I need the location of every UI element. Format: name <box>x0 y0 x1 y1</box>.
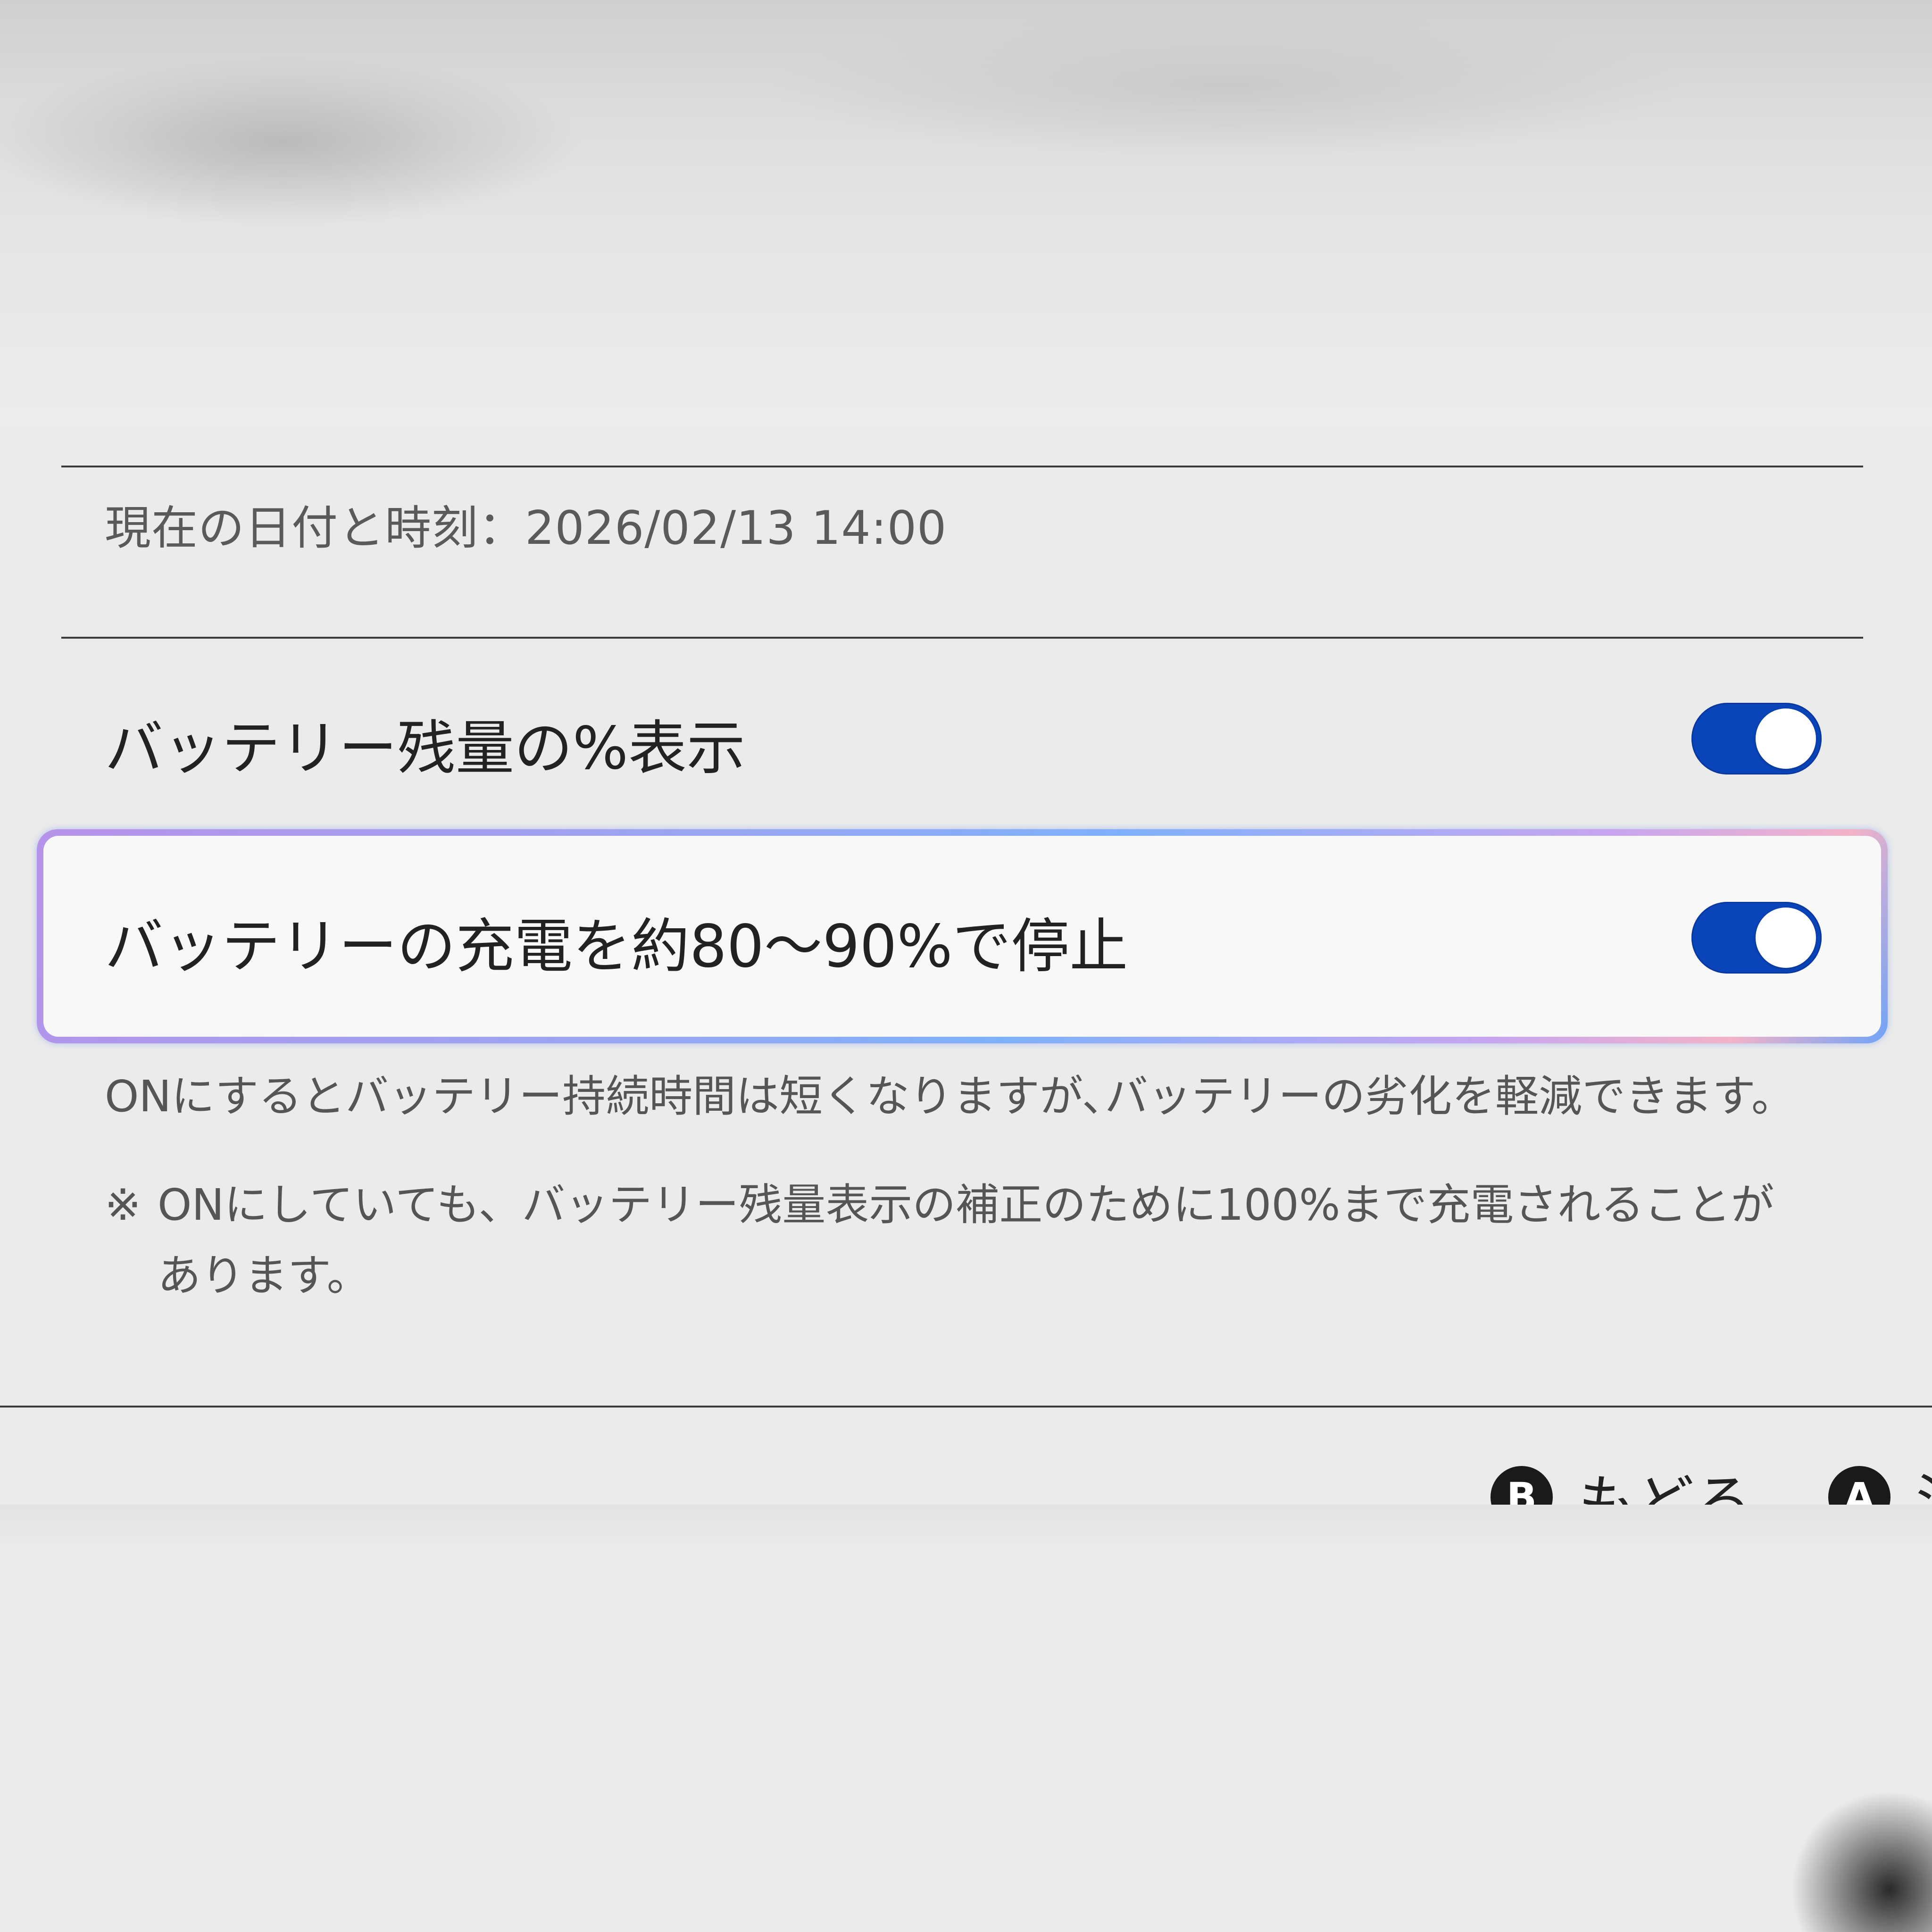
toggle-knob <box>1756 708 1816 769</box>
note-text: ONにしていても、バッテリー残量表示の補正のために100%まで充電されることがあ… <box>158 1180 1774 1301</box>
back-label: もどる <box>1578 1469 1753 1505</box>
charge-limit-note: ※ ONにしていても、バッテリー残量表示の補正のために100%まで充電されること… <box>105 1170 1812 1311</box>
blurred-header <box>0 0 1932 427</box>
toggle-knob <box>1756 908 1816 968</box>
setting-battery-percent-label[interactable]: バッテリー残量の%表示 <box>105 700 745 785</box>
back-button[interactable]: B もどる <box>1491 1464 1753 1505</box>
divider <box>61 637 1863 639</box>
b-button-icon: B <box>1491 1466 1553 1505</box>
current-datetime: 現在の日付と時刻：2026/02/13 14:00 <box>105 501 947 555</box>
settings-screen: 現在の日付と時刻：2026/02/13 14:00 バッテリー残量の%表示 バッ… <box>0 0 1932 1932</box>
divider <box>61 466 1863 467</box>
battery-percent-toggle[interactable] <box>1691 703 1822 774</box>
setting-charge-limit-label[interactable]: バッテリーの充電を約80〜90%で停止 <box>105 899 1128 983</box>
note-mark: ※ <box>105 1180 142 1230</box>
confirm-label: 決定 <box>1916 1455 1932 1505</box>
footer: B もどる A 決定 <box>0 1407 1932 1505</box>
charge-limit-description: ONにするとバッテリー持続時間は短くなりますが､バッテリーの劣化を軽減できます。 <box>105 1071 1795 1122</box>
a-button-icon: A <box>1828 1466 1890 1505</box>
blurred-background <box>0 1505 1932 1932</box>
confirm-button[interactable]: A 決定 <box>1828 1464 1932 1505</box>
charge-limit-toggle[interactable] <box>1691 902 1822 974</box>
